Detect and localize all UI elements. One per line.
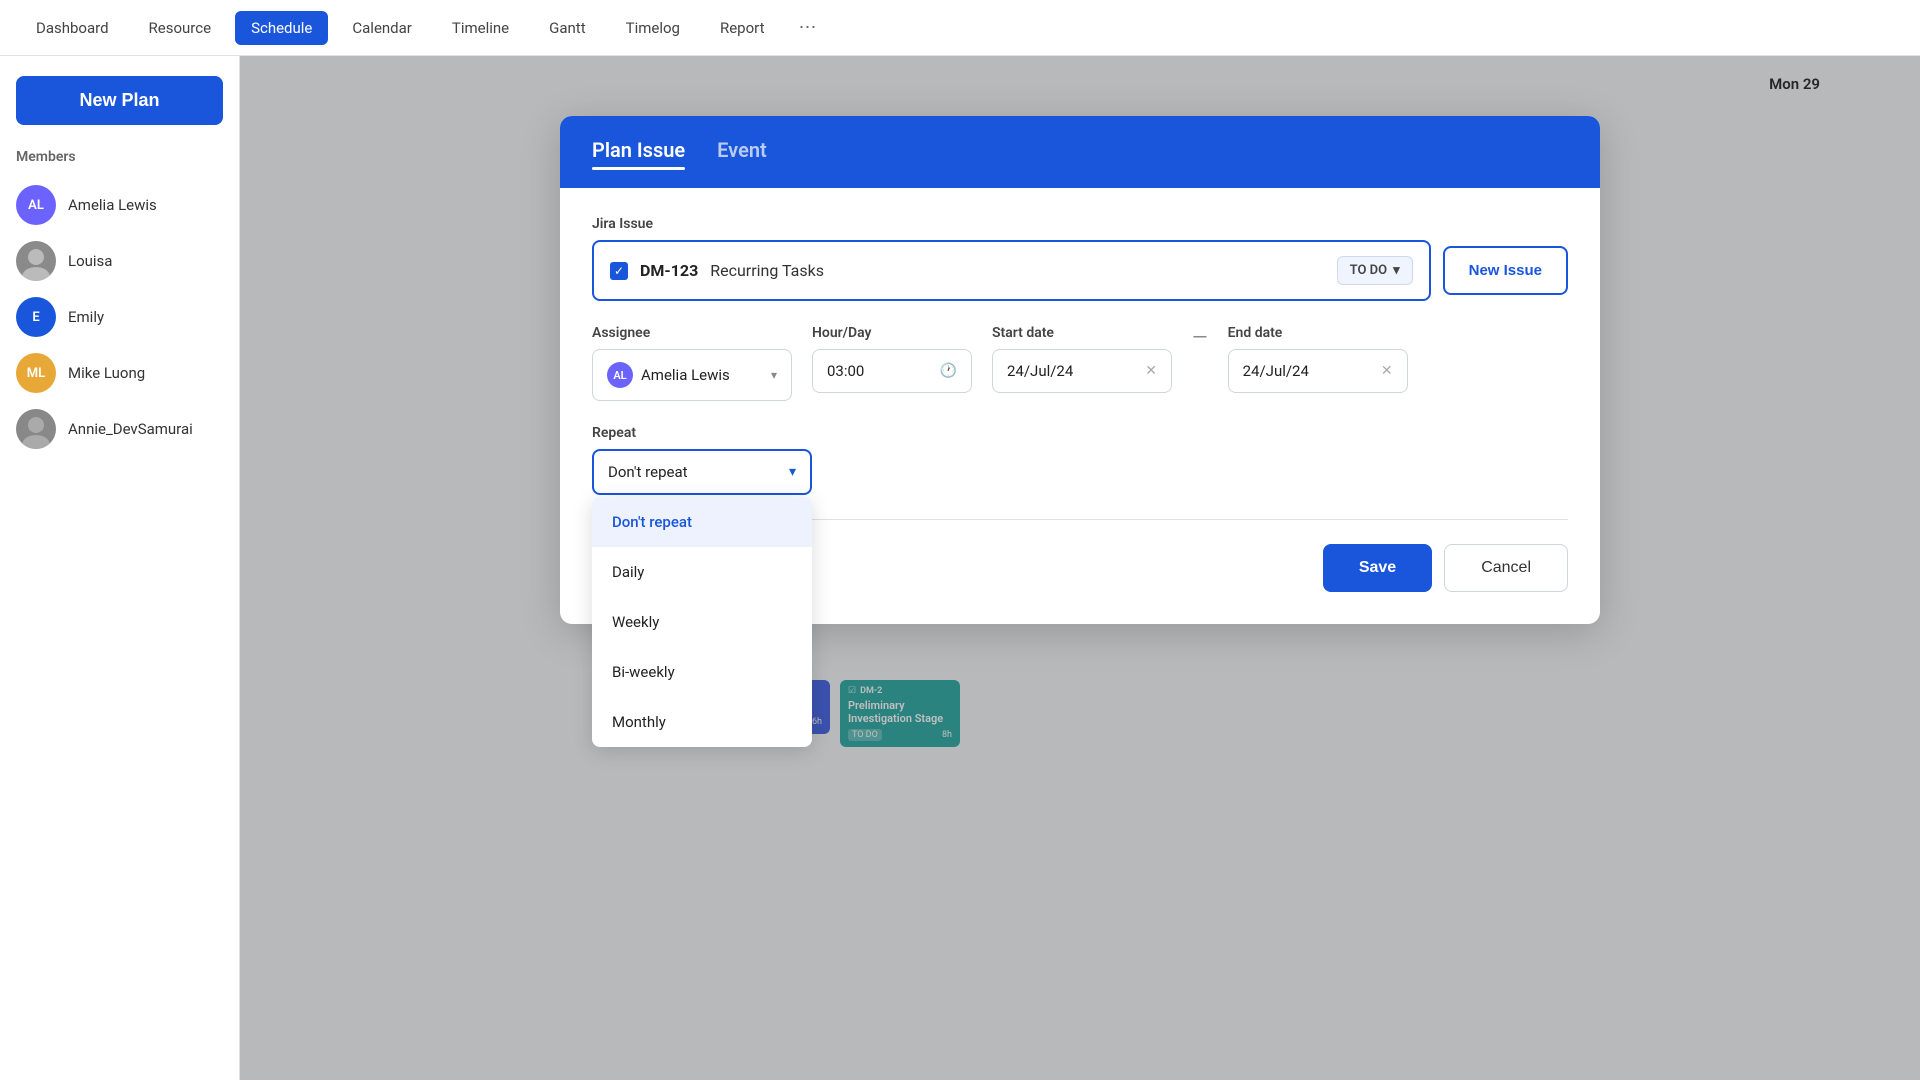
avatar-emily: E [16,297,56,337]
tab-plan-issue[interactable]: Plan Issue [592,138,685,166]
top-nav: Dashboard Resource Schedule Calendar Tim… [0,0,1920,56]
tab-event[interactable]: Event [717,138,767,166]
startdate-label: Start date [992,325,1172,341]
hourday-input[interactable]: 03:00 🕐 [812,349,972,393]
repeat-option-dont-repeat[interactable]: Don't repeat [592,497,812,547]
assignee-value: Amelia Lewis [641,366,763,384]
nav-more-icon[interactable]: ⋯ [789,9,827,46]
new-issue-button[interactable]: New Issue [1443,246,1568,295]
assignee-group: Assignee AL Amelia Lewis ▾ [592,325,792,401]
nav-item-resource[interactable]: Resource [133,11,228,45]
repeat-wrapper: Don't repeat ▾ Don't repeat Daily Weekly… [592,449,812,495]
nav-item-gantt[interactable]: Gantt [533,11,601,45]
nav-item-dashboard[interactable]: Dashboard [20,11,125,45]
member-item-amelia[interactable]: AL Amelia Lewis [16,177,223,233]
startdate-input[interactable]: 24/Jul/24 ✕ [992,349,1172,393]
avatar-annie [16,409,56,449]
member-item-emily[interactable]: E Emily [16,289,223,345]
repeat-section: Repeat Don't repeat ▾ Don't repeat Daily… [592,425,1568,495]
member-name-mike: Mike Luong [68,364,145,382]
jira-issue-name: Recurring Tasks [710,261,1324,280]
fields-row: Assignee AL Amelia Lewis ▾ Hour/Day 03:0… [592,325,1568,401]
member-name-amelia: Amelia Lewis [68,196,157,214]
enddate-label: End date [1228,325,1408,341]
avatar-louisa [16,241,56,281]
hourday-value: 03:00 [827,362,932,380]
member-name-emily: Emily [68,308,104,326]
new-plan-button[interactable]: New Plan [16,76,223,125]
enddate-clear-icon[interactable]: ✕ [1381,363,1393,379]
enddate-group: End date 24/Jul/24 ✕ [1228,325,1408,393]
date-separator: — [1192,325,1208,363]
plan-issue-modal: Plan Issue Event Jira Issue ✓ DM-123 Rec… [560,116,1600,624]
repeat-value: Don't repeat [608,463,688,481]
member-name-louisa: Louisa [68,252,112,270]
assignee-label: Assignee [592,325,792,341]
repeat-chevron-icon: ▾ [789,464,796,480]
modal-header: Plan Issue Event [560,116,1600,188]
content-area: Mon 29 ↻ ⤢ ⇌ ☑ DM-75 Evaluate TO DO 6h ☑… [240,56,1920,1080]
jira-status-chevron: ▾ [1393,263,1400,278]
jira-status-text: TO DO [1350,263,1387,278]
member-item-louisa[interactable]: Louisa [16,233,223,289]
save-button[interactable]: Save [1323,544,1432,592]
nav-item-report[interactable]: Report [704,11,781,45]
repeat-option-daily[interactable]: Daily [592,547,812,597]
nav-item-schedule[interactable]: Schedule [235,11,328,45]
member-item-annie[interactable]: Annie_DevSamurai [16,401,223,457]
assignee-chevron-icon: ▾ [771,368,777,382]
hourday-label: Hour/Day [812,325,972,341]
enddate-value: 24/Jul/24 [1243,362,1373,380]
repeat-label: Repeat [592,425,1568,441]
modal-overlay: Plan Issue Event Jira Issue ✓ DM-123 Rec… [240,56,1920,1080]
jira-issue-row: ✓ DM-123 Recurring Tasks TO DO ▾ New Iss… [592,240,1568,301]
startdate-clear-icon[interactable]: ✕ [1145,363,1157,379]
jira-issue-input[interactable]: ✓ DM-123 Recurring Tasks TO DO ▾ [592,240,1431,301]
jira-issue-label: Jira Issue [592,216,1568,232]
assignee-avatar: AL [607,362,633,388]
jira-issue-id: DM-123 [640,261,698,280]
repeat-option-weekly[interactable]: Weekly [592,597,812,647]
nav-item-timelog[interactable]: Timelog [610,11,696,45]
startdate-value: 24/Jul/24 [1007,362,1137,380]
startdate-group: Start date 24/Jul/24 ✕ [992,325,1172,393]
repeat-dropdown: Don't repeat Daily Weekly Bi-weekly Mont… [592,497,812,747]
clock-icon: 🕐 [940,363,957,379]
modal-body: Jira Issue ✓ DM-123 Recurring Tasks TO D… [560,188,1600,624]
cancel-button[interactable]: Cancel [1444,544,1568,592]
hourday-group: Hour/Day 03:00 🕐 [812,325,972,393]
jira-checkbox[interactable]: ✓ [610,262,628,280]
main-layout: New Plan Members AL Amelia Lewis Louisa … [0,56,1920,1080]
avatar-mike: ML [16,353,56,393]
members-label: Members [16,149,223,165]
nav-item-timeline[interactable]: Timeline [436,11,525,45]
member-item-mike[interactable]: ML Mike Luong [16,345,223,401]
repeat-option-biweekly[interactable]: Bi-weekly [592,647,812,697]
jira-issue-status[interactable]: TO DO ▾ [1337,256,1413,285]
member-name-annie: Annie_DevSamurai [68,420,193,438]
nav-item-calendar[interactable]: Calendar [336,11,428,45]
assignee-input[interactable]: AL Amelia Lewis ▾ [592,349,792,401]
sidebar: New Plan Members AL Amelia Lewis Louisa … [0,56,240,1080]
repeat-select[interactable]: Don't repeat ▾ [592,449,812,495]
repeat-option-monthly[interactable]: Monthly [592,697,812,747]
enddate-input[interactable]: 24/Jul/24 ✕ [1228,349,1408,393]
avatar-amelia: AL [16,185,56,225]
